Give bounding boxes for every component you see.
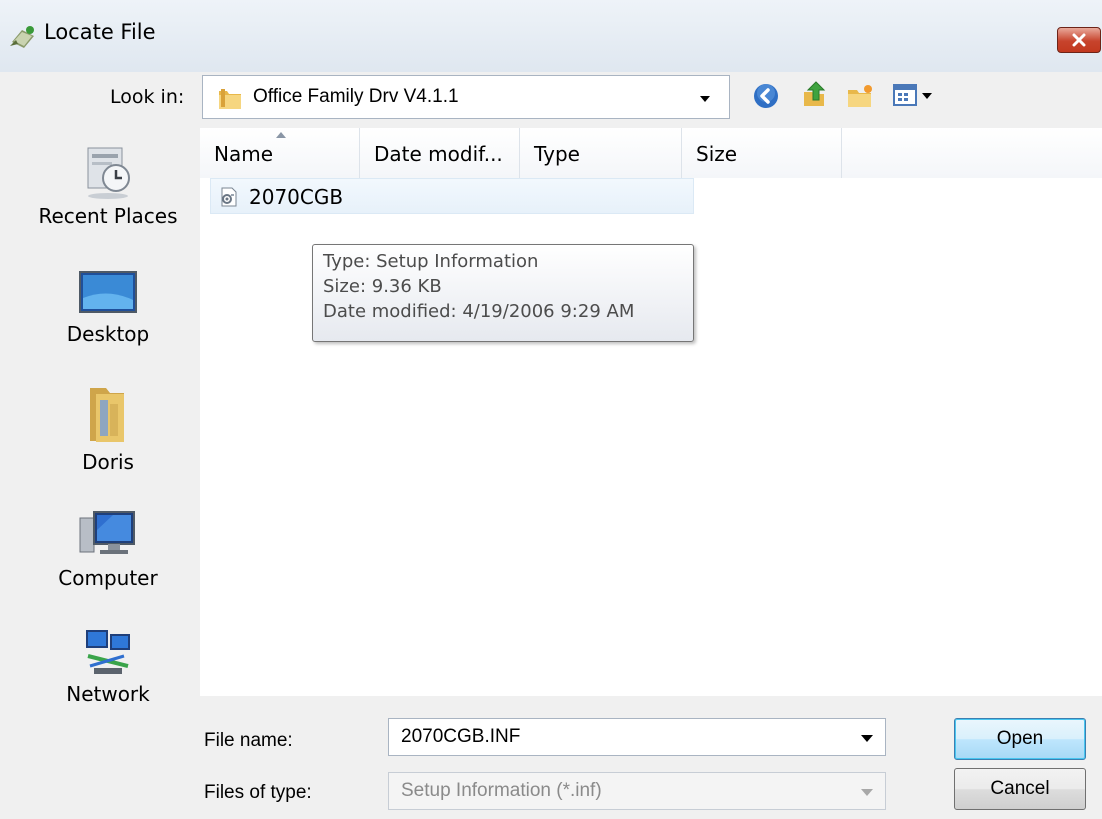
tooltip-size: Size: 9.36 KB	[323, 276, 442, 297]
user-folder-icon	[90, 388, 124, 442]
place-label: Network	[66, 682, 150, 706]
column-header-label: Type	[534, 142, 580, 166]
app-icon	[10, 26, 34, 48]
window-title: Locate File	[44, 20, 156, 44]
network-icon	[86, 630, 130, 674]
chevron-down-icon[interactable]	[861, 735, 873, 742]
recent-places-icon	[87, 147, 130, 199]
back-icon[interactable]	[752, 82, 780, 110]
column-header-size[interactable]: Size	[682, 128, 842, 178]
place-label: Computer	[58, 566, 158, 590]
title-bar[interactable]: Locate File	[0, 0, 1102, 72]
chevron-down-icon	[861, 789, 873, 796]
place-doris[interactable]: Doris	[18, 384, 198, 474]
place-recent-places[interactable]: Recent Places	[18, 144, 198, 228]
look-in-combobox[interactable]: Office Family Drv V4.1.1	[202, 75, 730, 119]
files-of-type-select[interactable]: Setup Information (*.inf)	[388, 772, 886, 810]
column-header-label: Size	[696, 142, 738, 166]
tooltip-type: Type: Setup Information	[323, 251, 539, 272]
column-header-date-modified[interactable]: Date modif...	[360, 128, 520, 178]
look-in-label: Look in:	[110, 86, 185, 108]
up-folder-icon[interactable]	[800, 80, 828, 108]
cancel-button[interactable]: Cancel	[954, 768, 1086, 810]
column-header-label: Name	[214, 142, 274, 166]
locate-file-dialog: Locate File Look in: Office Family Drv V…	[0, 0, 1102, 819]
place-desktop[interactable]: Desktop	[18, 270, 198, 346]
place-label: Doris	[82, 450, 134, 474]
close-icon	[1072, 33, 1086, 47]
file-info-tooltip: Type: Setup Information Size: 9.36 KB Da…	[312, 244, 694, 342]
files-of-type-label: Files of type:	[204, 782, 312, 803]
place-computer[interactable]: Computer	[18, 508, 198, 590]
new-folder-icon[interactable]	[846, 82, 874, 110]
computer-icon	[79, 511, 135, 554]
sort-ascending-icon	[276, 132, 286, 138]
place-label: Desktop	[66, 322, 150, 346]
place-label: Recent Places	[38, 204, 178, 228]
open-button[interactable]: Open	[954, 718, 1086, 760]
file-name-value: 2070CGB.INF	[401, 726, 521, 747]
close-button[interactable]	[1057, 27, 1101, 53]
file-name-label: File name:	[204, 730, 293, 751]
tooltip-date-modified: Date modified: 4/19/2006 9:29 AM	[323, 301, 635, 322]
views-menu-button[interactable]	[892, 82, 948, 110]
column-header-type[interactable]: Type	[520, 128, 682, 178]
column-header-name[interactable]: Name	[200, 128, 360, 178]
file-name: 2070CGB	[249, 185, 344, 209]
places-bar: Recent Places Desktop Doris Computer Net…	[18, 130, 198, 730]
setup-information-file-icon	[221, 187, 237, 207]
list-item[interactable]: 2070CGB	[210, 178, 694, 214]
look-in-value: Office Family Drv V4.1.1	[253, 86, 459, 107]
column-header-label: Date modif...	[374, 142, 503, 166]
place-network[interactable]: Network	[18, 626, 198, 706]
desktop-icon	[79, 271, 137, 313]
file-list[interactable]: Name Date modif... Type Size 2070CGB Typ…	[200, 128, 1102, 696]
folder-icon	[219, 89, 241, 109]
column-header-empty	[842, 128, 1102, 178]
files-of-type-value: Setup Information (*.inf)	[401, 780, 602, 801]
file-name-combobox[interactable]: 2070CGB.INF	[388, 718, 886, 756]
views-menu-icon	[893, 84, 932, 106]
chevron-down-icon	[700, 96, 710, 102]
